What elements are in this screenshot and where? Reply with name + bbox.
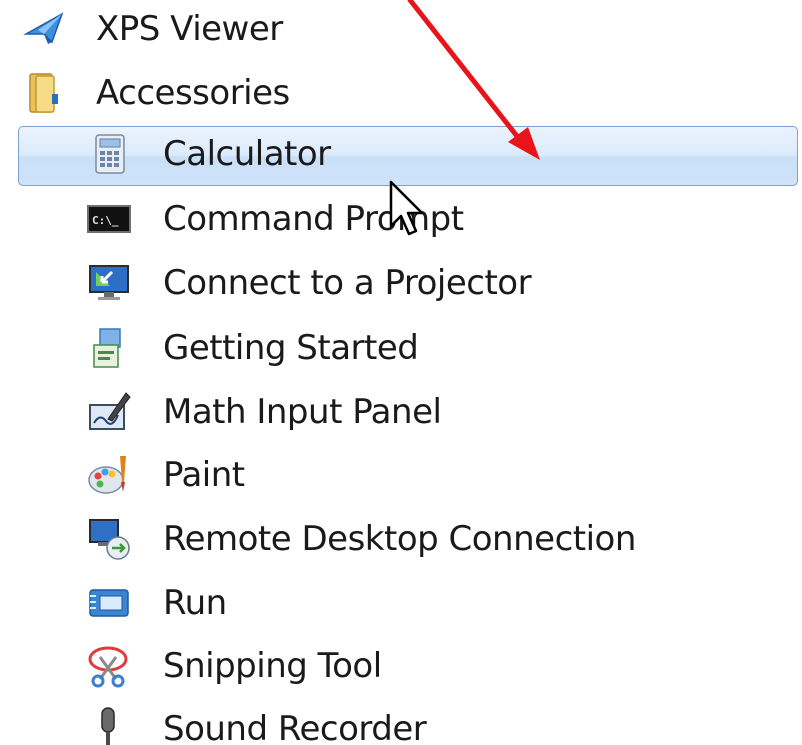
- menu-item-label: Command Prompt: [163, 199, 464, 239]
- menu-item-label: Connect to a Projector: [163, 263, 532, 303]
- menu-item-run[interactable]: Run: [0, 572, 802, 636]
- math-input-icon: [86, 389, 132, 435]
- menu-item-sound-recorder[interactable]: Sound Recorder: [0, 698, 802, 745]
- menu-item-label: Math Input Panel: [163, 392, 442, 432]
- menu-item-remote-desktop[interactable]: Remote Desktop Connection: [0, 508, 802, 572]
- menu-folder-accessories[interactable]: Accessories: [0, 62, 802, 126]
- menu-item-getting-started[interactable]: Getting Started: [0, 317, 802, 381]
- menu-item-command-prompt[interactable]: C:\_ Command Prompt: [0, 188, 802, 252]
- menu-item-calculator[interactable]: Calculator: [0, 123, 802, 187]
- menu-item-label: Calculator: [163, 134, 331, 174]
- paint-icon: [86, 452, 132, 498]
- selection-highlight: [18, 126, 798, 186]
- xps-viewer-icon: [22, 6, 68, 52]
- menu-item-math-input-panel[interactable]: Math Input Panel: [0, 381, 802, 445]
- microphone-icon: [86, 706, 132, 745]
- menu-item-label: Paint: [163, 455, 245, 495]
- snipping-tool-icon: [86, 643, 132, 689]
- menu-item-label: Getting Started: [163, 328, 419, 368]
- command-prompt-icon: C:\_: [86, 196, 132, 242]
- run-icon: [86, 580, 132, 626]
- menu-item-label: Snipping Tool: [163, 646, 382, 686]
- menu-item-label: XPS Viewer: [96, 9, 283, 49]
- menu-item-label: Sound Recorder: [163, 709, 427, 745]
- projector-icon: [86, 260, 132, 306]
- calculator-icon: [86, 131, 132, 177]
- menu-item-label: Accessories: [96, 73, 290, 113]
- getting-started-icon: [86, 325, 132, 371]
- start-menu-program-list: XPS Viewer Accessories Calculator C:\_ C…: [0, 0, 802, 745]
- menu-item-xps-viewer[interactable]: XPS Viewer: [0, 0, 802, 62]
- menu-item-label: Remote Desktop Connection: [163, 519, 636, 559]
- menu-item-paint[interactable]: Paint: [0, 444, 802, 508]
- menu-item-connect-projector[interactable]: Connect to a Projector: [0, 252, 802, 316]
- svg-text:C:\_: C:\_: [92, 214, 119, 227]
- menu-item-snipping-tool[interactable]: Snipping Tool: [0, 635, 802, 699]
- folder-icon: [22, 70, 68, 116]
- menu-item-label: Run: [163, 583, 227, 623]
- remote-desktop-icon: [86, 516, 132, 562]
